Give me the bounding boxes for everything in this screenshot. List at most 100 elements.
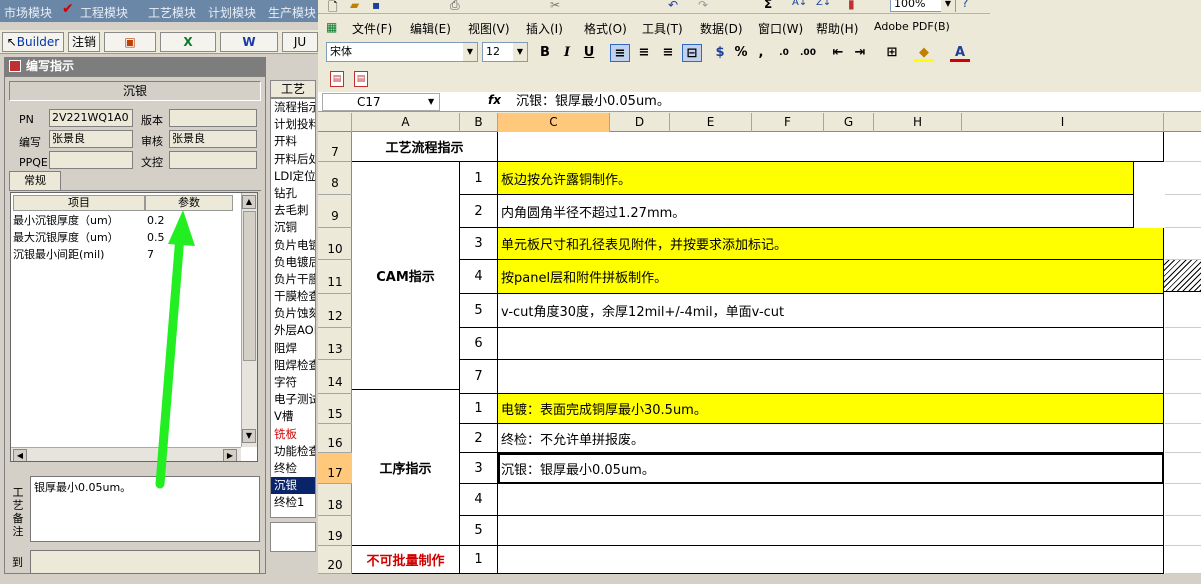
col-header[interactable]: C: [498, 113, 610, 132]
item-number-cell[interactable]: 3: [460, 228, 498, 260]
process-list-item[interactable]: 开料后处理: [271, 151, 315, 168]
process-list-item[interactable]: 钻孔: [271, 185, 315, 202]
sheet-cell[interactable]: [1165, 360, 1201, 394]
process-list-item[interactable]: 功能检查: [271, 443, 315, 460]
sheet-cell[interactable]: [1165, 453, 1201, 484]
menu-market[interactable]: 市场模块: [4, 4, 52, 21]
item-number-cell[interactable]: 5: [460, 294, 498, 328]
process-list-item[interactable]: V槽: [271, 408, 315, 425]
sheet-cell[interactable]: [1165, 294, 1201, 328]
sheet-cell[interactable]: [1165, 328, 1201, 360]
scroll-left-icon[interactable]: ◀: [13, 449, 27, 461]
cam-instruction-cell[interactable]: 板边按允许露铜制作。: [498, 162, 1134, 195]
row-header[interactable]: 11: [318, 260, 352, 294]
col-header[interactable]: F: [752, 113, 824, 132]
merge-center-icon[interactable]: ⊟: [682, 44, 702, 62]
process-list-item[interactable]: 负片蚀刻: [271, 305, 315, 322]
pdf-mail-icon[interactable]: ▤: [354, 71, 368, 87]
process-list-item[interactable]: LDI定位: [271, 168, 315, 185]
control-field[interactable]: [169, 151, 257, 169]
scroll-down-icon[interactable]: ▼: [242, 429, 256, 443]
process-list-item[interactable]: 终检1: [271, 494, 315, 511]
no-batch-label-cell[interactable]: 不可批量制作: [352, 546, 460, 574]
cam-instruction-cell[interactable]: v-cut角度30度，余厚12mil+/-4mil，单面v-cut: [498, 294, 1164, 328]
menu-planning[interactable]: 计划模块: [208, 4, 256, 21]
sheet-cell[interactable]: [1165, 516, 1201, 546]
cam-label-cell[interactable]: CAM指示: [352, 162, 460, 390]
tab-general[interactable]: 常规: [9, 171, 61, 191]
scroll-right-icon[interactable]: ▶: [223, 449, 237, 461]
increase-indent-icon[interactable]: ⇥: [850, 44, 870, 62]
process-instruction-cell[interactable]: [498, 516, 1164, 546]
process-list-item[interactable]: 沉铜: [271, 219, 315, 236]
process-list-item[interactable]: 阻焊: [271, 340, 315, 357]
process-list-item[interactable]: 负电镀后: [271, 254, 315, 271]
process-list-item[interactable]: 沉银: [271, 477, 315, 495]
excel-export-icon[interactable]: X: [160, 32, 216, 52]
pdf-icon[interactable]: ▤: [330, 71, 344, 87]
sheet-cell[interactable]: [1165, 484, 1201, 516]
row-header[interactable]: 17: [318, 453, 352, 484]
save-icon[interactable]: ▪: [372, 0, 380, 12]
menu-edit[interactable]: 编辑(E): [410, 20, 451, 37]
item-number-cell[interactable]: 1: [460, 546, 498, 574]
fx-icon[interactable]: fx: [488, 93, 501, 107]
col-header[interactable]: I: [962, 113, 1164, 132]
col-header[interactable]: E: [670, 113, 752, 132]
row-header[interactable]: 18: [318, 484, 352, 516]
row-header[interactable]: 7: [318, 132, 352, 162]
row-header[interactable]: 12: [318, 294, 352, 328]
undo-icon[interactable]: ↶: [668, 0, 678, 12]
chevron-down-icon[interactable]: ▼: [513, 43, 527, 61]
process-list-item[interactable]: 负片电镀: [271, 237, 315, 254]
col-header[interactable]: B: [460, 113, 498, 132]
italic-icon[interactable]: I: [558, 44, 576, 62]
sheet-cell[interactable]: [1165, 424, 1201, 453]
process-list-item[interactable]: 终检: [271, 460, 315, 477]
process-list-item[interactable]: 开料: [271, 133, 315, 150]
process-label-cell[interactable]: 工序指示: [352, 390, 460, 546]
chevron-down-icon[interactable]: ▼: [941, 0, 955, 13]
process-list-item[interactable]: 阻焊检查: [271, 357, 315, 374]
name-box[interactable]: C17: [322, 93, 440, 111]
process-list-item[interactable]: 铣板: [271, 426, 315, 443]
autosum-icon[interactable]: Σ: [764, 0, 772, 11]
comma-icon[interactable]: ,: [754, 44, 768, 62]
currency-icon[interactable]: $: [710, 44, 730, 62]
process-instruction-cell[interactable]: [498, 484, 1164, 516]
cam-instruction-cell[interactable]: 内角圆角半径不超过1.27mm。: [498, 195, 1134, 228]
word-export-icon[interactable]: W: [220, 32, 278, 52]
pn-field[interactable]: 2V221WQ1A0: [49, 109, 133, 127]
row-header[interactable]: 19: [318, 516, 352, 546]
sheet-cell[interactable]: [1165, 546, 1201, 574]
col-header-param[interactable]: 参数: [145, 195, 233, 211]
remark-textarea[interactable]: 银厚最小0.05um。: [30, 476, 260, 542]
menu-help[interactable]: 帮助(H): [816, 20, 858, 37]
menu-process[interactable]: 工艺模块: [148, 4, 196, 21]
active-cell-c17[interactable]: 沉银：银厚最小0.05um。: [498, 453, 1164, 484]
sheet-cell[interactable]: [1165, 394, 1201, 424]
row-header[interactable]: 13: [318, 328, 352, 360]
sort-asc-icon[interactable]: A↓: [792, 0, 807, 8]
bold-icon[interactable]: B: [536, 44, 554, 62]
menu-insert[interactable]: 插入(I): [526, 20, 563, 37]
grid-vertical-scrollbar[interactable]: ▲ ▼: [241, 193, 257, 447]
fill-color-icon[interactable]: ◆: [914, 44, 934, 62]
grid-horizontal-scrollbar[interactable]: ◀ ▶: [11, 447, 241, 461]
print-icon[interactable]: ⎙: [450, 0, 460, 13]
col-header[interactable]: A: [352, 113, 460, 132]
process-list-item[interactable]: 电子测试: [271, 391, 315, 408]
process-list-item[interactable]: 字符: [271, 374, 315, 391]
sheet-cell[interactable]: [1165, 162, 1201, 195]
item-number-cell[interactable]: 4: [460, 260, 498, 294]
sheet-cell[interactable]: [1165, 195, 1201, 228]
table-row[interactable]: 最小沉银厚度（um） 0.2: [13, 213, 233, 229]
ppqe-field[interactable]: [49, 151, 133, 169]
reviewer-field[interactable]: 张景良: [169, 130, 257, 148]
process-list-item[interactable]: 计划投料: [271, 116, 315, 133]
menu-format[interactable]: 格式(O): [584, 20, 627, 37]
menu-adobe-pdf[interactable]: Adobe PDF(B): [874, 20, 950, 33]
menu-data[interactable]: 数据(D): [700, 20, 743, 37]
row-header[interactable]: 10: [318, 228, 352, 260]
decrease-decimal-icon[interactable]: .00: [798, 44, 818, 62]
